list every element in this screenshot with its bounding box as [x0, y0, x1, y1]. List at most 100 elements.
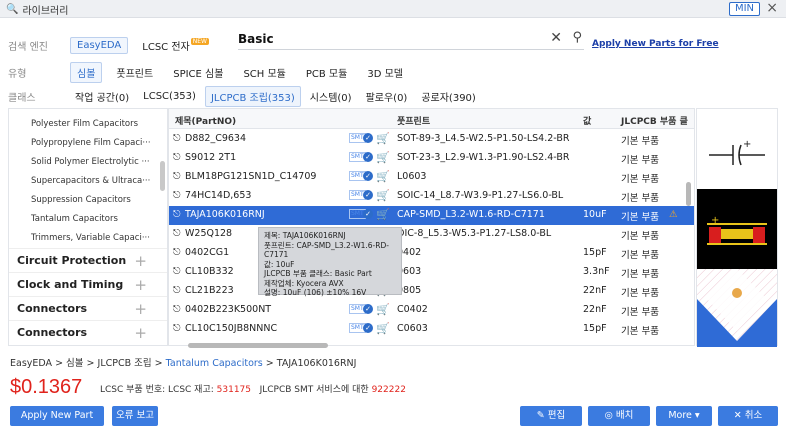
- tooltip-line: 풋프린트: CAP-SMD_L3.2-W1.6-RD-C7171: [264, 240, 389, 260]
- tab-following[interactable]: 팔로우(0): [361, 87, 413, 106]
- cart-icon[interactable]: 🛒: [376, 132, 390, 145]
- cart-icon[interactable]: 🛒: [376, 189, 390, 202]
- sidebar-category-circuit-protection[interactable]: Circuit Protection +: [9, 248, 167, 272]
- cart-icon[interactable]: 🛒: [376, 322, 390, 335]
- cell-jlcpcb-class: 기본 부품: [621, 174, 659, 185]
- report-error-button[interactable]: 오류 보고: [112, 406, 158, 426]
- capacitor-symbol-icon: +: [709, 139, 765, 166]
- cancel-label: 취소: [744, 410, 763, 421]
- col-title[interactable]: 제목(PartNO): [175, 114, 236, 127]
- type-pcb-module[interactable]: PCB 모듈: [300, 63, 353, 82]
- plus-icon[interactable]: +: [134, 273, 147, 297]
- sidebar-subitem[interactable]: Trimmers, Variable Capaci···: [9, 229, 167, 248]
- table-hscrollbar[interactable]: [188, 343, 328, 348]
- edit-button[interactable]: ✎ 편집: [520, 406, 582, 426]
- place-icon: ◎: [604, 410, 613, 421]
- footprint-preview[interactable]: +: [697, 189, 777, 269]
- table-row[interactable]: ⎋ S9012 2T1 SMT ✓ 🛒 SOT-23-3_L2.9-W1.3-P1.90-…: [169, 149, 694, 168]
- breadcrumb-item[interactable]: 심볼: [66, 358, 83, 369]
- apply-new-part-button[interactable]: Apply New Part: [10, 406, 104, 426]
- breadcrumb-item[interactable]: EasyEDA: [10, 358, 52, 369]
- breadcrumb-item-link[interactable]: Tantalum Capacitors: [166, 358, 263, 369]
- table-row[interactable]: ⎋ CL10C150JB8NNNC SMT ✓ 🛒 C0603 15pF 기본 부품: [169, 320, 694, 339]
- col-jlcpcb-class[interactable]: JLCPCB 부품 클: [621, 114, 688, 127]
- sidebar-category-connectors[interactable]: Connectors +: [9, 296, 167, 320]
- sidebar-subitem[interactable]: Suppression Capacitors: [9, 191, 167, 210]
- tab-system[interactable]: 시스템(0): [305, 87, 357, 106]
- tab-workspace[interactable]: 작업 공간(0): [70, 87, 134, 106]
- table-row[interactable]: ⎋CL21B223SMT✓🛒080522nF기본 부품: [169, 282, 694, 301]
- close-icon[interactable]: ×: [766, 0, 778, 16]
- tab-jlcpcb-assembly[interactable]: JLCPCB 조립(353): [204, 86, 301, 107]
- cart-icon[interactable]: 🛒: [376, 303, 390, 316]
- table-row[interactable]: ⎋ 0402B223K500NT SMT ✓ 🛒 C0402 22nF 기본 부품: [169, 301, 694, 320]
- cell-title: D882_C9634: [185, 133, 247, 144]
- table-row[interactable]: ⎋0402CG1SMT✓🛒040215pF기본 부품: [169, 244, 694, 263]
- cell-title: TAJA106K016RNJ: [185, 209, 265, 220]
- cell-footprint: SOT-89-3_L4.5-W2.5-P1.50-LS4.2-BR: [397, 133, 570, 144]
- type-spice-symbol[interactable]: SPICE 심볼: [167, 63, 229, 82]
- cell-jlcpcb-class: 기본 부품: [621, 269, 659, 280]
- search-icon[interactable]: ⚲: [572, 30, 582, 45]
- type-sch-module[interactable]: SCH 모듈: [237, 63, 291, 82]
- sidebar-subitem[interactable]: Supercapacitors & Ultraca···: [9, 172, 167, 191]
- symbol-icon: ⎋: [173, 323, 181, 334]
- tooltip-line: 제작업체: Kyocera AVX: [264, 278, 344, 288]
- plus-icon[interactable]: +: [134, 321, 147, 345]
- 3d-model-preview[interactable]: [697, 269, 777, 347]
- engine-lcsc-label: LCSC 전자: [142, 42, 190, 53]
- cell-jlcpcb-class: 기본 부품: [621, 212, 659, 223]
- clear-icon[interactable]: ✕: [550, 30, 562, 46]
- cart-icon[interactable]: 🛒: [376, 170, 390, 183]
- symbol-icon: ⎋: [173, 171, 181, 182]
- table-row[interactable]: ⎋W25Q128SMT✓🛒OIC-8_L5.3-W5.3-P1.27-LS8.0…: [169, 225, 694, 244]
- verified-icon: ✓: [363, 152, 373, 162]
- minimize-button[interactable]: MIN: [728, 2, 760, 16]
- plus-icon[interactable]: +: [134, 249, 147, 273]
- plus-icon[interactable]: +: [134, 297, 147, 321]
- cart-icon[interactable]: 🛒: [376, 151, 390, 164]
- breadcrumb-item[interactable]: JLCPCB 조립: [98, 358, 152, 369]
- sidebar-subitem[interactable]: Polypropylene Film Capaci···: [9, 134, 167, 153]
- table-row[interactable]: ⎋ BLM18PG121SN1D_C14709 SMT ✓ 🛒 L0603 기본 부품: [169, 168, 694, 187]
- table-row-selected[interactable]: ⎋ TAJA106K016RNJ SMT ✓ 🛒 CAP-SMD_L3.2-W1.6-RD…: [169, 206, 694, 225]
- table-row[interactable]: ⎋ D882_C9634 SMT ✓ 🛒 SOT-89-3_L4.5-W2.5-P1.50…: [169, 130, 694, 149]
- sidebar-scrollbar[interactable]: [160, 161, 165, 191]
- sidebar-category-clock-timing[interactable]: Clock and Timing +: [9, 272, 167, 296]
- cell-jlcpcb-class: 기본 부품: [621, 136, 659, 147]
- sidebar-subitem-tantalum[interactable]: Tantalum Capacitors: [9, 210, 167, 229]
- cancel-button[interactable]: ✕ 취소: [718, 406, 778, 426]
- sidebar-subitem[interactable]: Solid Polymer Electrolytic ···: [9, 153, 167, 172]
- cell-title: CL21B223: [185, 285, 234, 296]
- breadcrumb-item: TAJA106K016RNJ: [276, 358, 357, 369]
- cell-title: 0402CG1: [185, 247, 230, 258]
- engine-easyeda[interactable]: EasyEDA: [70, 37, 129, 54]
- engine-lcsc[interactable]: LCSC 전자NEW: [136, 36, 215, 55]
- type-row: 유형 심볼 풋프린트 SPICE 심볼 SCH 모듈 PCB 모듈 3D 모델: [8, 62, 417, 83]
- cart-icon[interactable]: 🛒: [376, 208, 390, 221]
- sidebar-category-connectors-2[interactable]: Connectors +: [9, 320, 167, 344]
- cell-jlcpcb-class: 기본 부품: [621, 250, 659, 261]
- cell-jlcpcb-class: 기본 부품: [621, 326, 659, 337]
- col-value[interactable]: 값: [583, 114, 591, 127]
- type-symbol[interactable]: 심볼: [70, 62, 103, 83]
- apply-new-parts-link[interactable]: Apply New Parts for Free: [592, 39, 719, 49]
- cell-jlcpcb-class: 기본 부품: [621, 307, 659, 318]
- tab-contributors[interactable]: 공로자(390): [416, 87, 481, 106]
- more-button[interactable]: More ▾: [656, 406, 712, 426]
- table-row[interactable]: ⎋ 74HC14D,653 SMT ✓ 🛒 SOIC-14_L8.7-W3.9-P1.27…: [169, 187, 694, 206]
- type-footprint[interactable]: 풋프린트: [110, 63, 159, 82]
- table-vscrollbar[interactable]: [686, 182, 691, 206]
- sidebar-subitem[interactable]: Polyester Film Capacitors: [9, 115, 167, 134]
- col-footprint[interactable]: 풋프린트: [397, 114, 430, 127]
- type-3d-model[interactable]: 3D 모델: [361, 63, 409, 82]
- table-row[interactable]: ⎋CL10B332SMT✓🛒06033.3nF기본 부품: [169, 263, 694, 282]
- search-input[interactable]: Basic ✕ ⚲: [238, 30, 584, 50]
- cell-footprint: CAP-SMD_L3.2-W1.6-RD-C7171: [397, 209, 545, 220]
- symbol-preview[interactable]: +: [697, 109, 777, 189]
- cell-footprint: SOT-23-3_L2.9-W1.3-P1.90-LS2.4-BR: [397, 152, 570, 163]
- edit-label: 편집: [547, 410, 566, 421]
- place-button[interactable]: ◎ 배치: [588, 406, 650, 426]
- tab-lcsc[interactable]: LCSC(353): [138, 89, 201, 104]
- cell-footprint: L0603: [397, 171, 427, 182]
